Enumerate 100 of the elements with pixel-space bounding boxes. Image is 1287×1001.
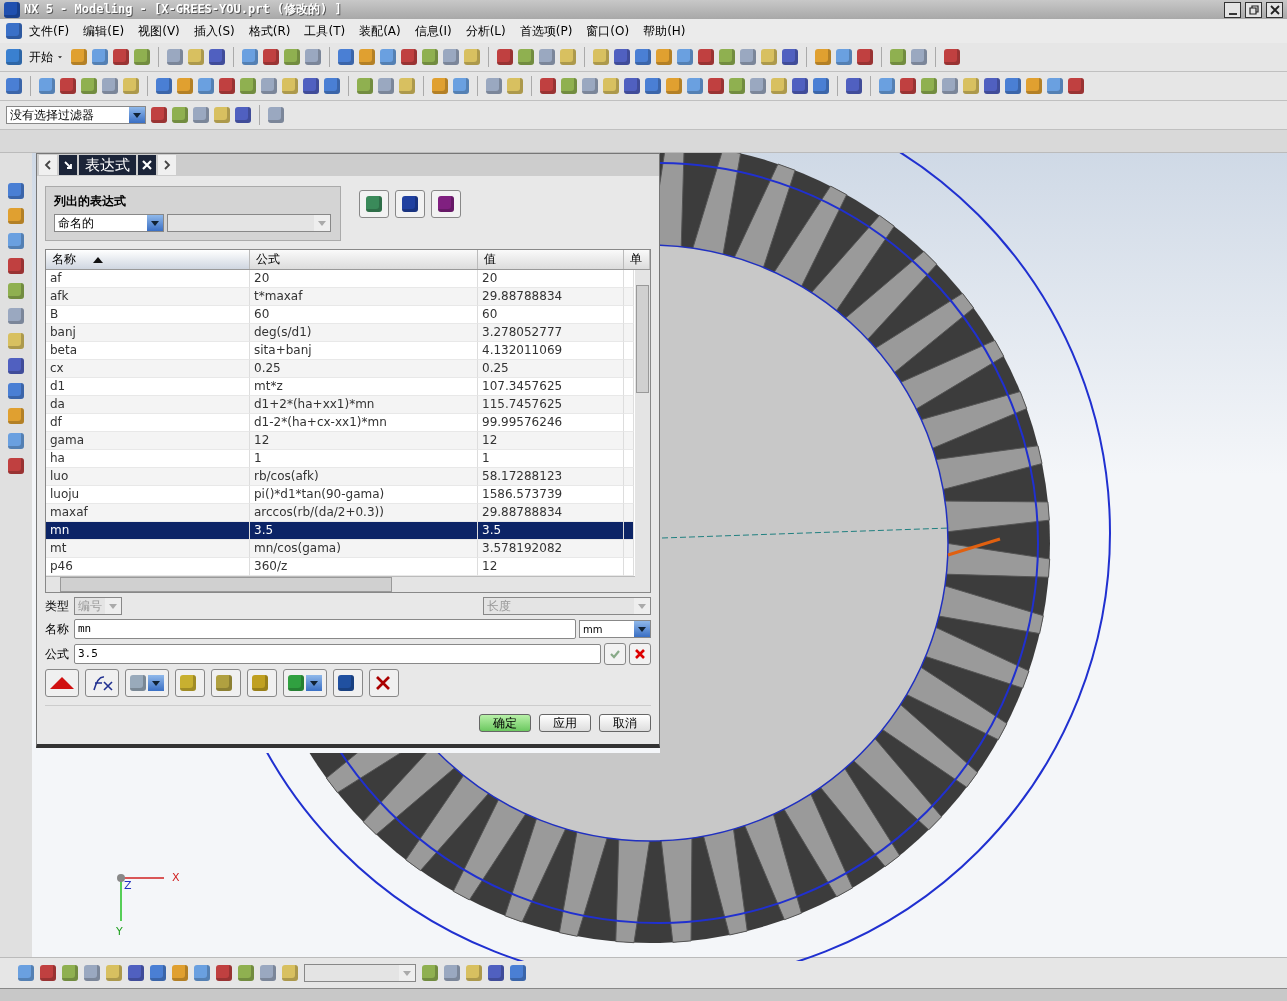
tool-icon[interactable] <box>911 49 927 65</box>
formula-field[interactable]: 3.5 <box>74 644 601 664</box>
tool-icon[interactable] <box>942 78 958 94</box>
tool-icon[interactable] <box>708 78 724 94</box>
tool-icon[interactable] <box>488 965 504 981</box>
pin-button[interactable] <box>59 155 77 175</box>
resource-bar-icon[interactable] <box>8 183 24 199</box>
tool-icon[interactable] <box>84 965 100 981</box>
tool-icon[interactable] <box>614 49 630 65</box>
tool-icon[interactable] <box>603 78 619 94</box>
spreadsheet-button[interactable] <box>359 190 389 218</box>
tool-icon[interactable] <box>666 78 682 94</box>
tool-icon[interactable] <box>401 49 417 65</box>
tool-icon[interactable] <box>740 49 756 65</box>
tool-icon[interactable] <box>40 965 56 981</box>
tool-icon[interactable] <box>261 78 277 94</box>
tool-icon[interactable] <box>1026 78 1042 94</box>
measure-button[interactable] <box>125 669 169 697</box>
tool-icon[interactable] <box>836 49 852 65</box>
column-header[interactable]: 单 <box>624 250 650 269</box>
tool-icon[interactable] <box>188 49 204 65</box>
tool-icon[interactable] <box>240 78 256 94</box>
column-header[interactable]: 值 <box>478 250 624 269</box>
dialog-button[interactable]: 取消 <box>599 714 651 732</box>
tool-icon[interactable] <box>677 49 693 65</box>
table-row[interactable]: d1 mt*z 107.3457625 <box>46 378 634 396</box>
resource-bar-icon[interactable] <box>8 233 24 249</box>
column-header[interactable]: 名称 <box>46 250 250 269</box>
table-row[interactable]: gama 12 12 <box>46 432 634 450</box>
tool-icon[interactable] <box>846 78 862 94</box>
tool-icon[interactable] <box>81 78 97 94</box>
tool-icon[interactable] <box>443 49 459 65</box>
table-row[interactable]: p46 360/z 12 <box>46 558 634 576</box>
tool-icon[interactable] <box>378 78 394 94</box>
tool-icon[interactable] <box>813 78 829 94</box>
tool-icon[interactable] <box>879 78 895 94</box>
tool-icon[interactable] <box>284 49 300 65</box>
tool-icon[interactable] <box>198 78 214 94</box>
tool-icon[interactable] <box>857 49 873 65</box>
tool-icon[interactable] <box>6 78 22 94</box>
selection-filter-dropdown[interactable]: 没有选择过滤器 <box>6 106 146 124</box>
tool-icon[interactable] <box>282 78 298 94</box>
tool-icon[interactable] <box>540 78 556 94</box>
tool-icon[interactable] <box>963 78 979 94</box>
list-filter-dropdown[interactable]: 命名的 <box>54 214 164 232</box>
table-row[interactable]: afk t*maxaf 29.88788834 <box>46 288 634 306</box>
table-row[interactable]: mt mn/cos(gama) 3.578192082 <box>46 540 634 558</box>
menu-item[interactable]: 信息(I) <box>407 22 459 40</box>
tool-icon[interactable] <box>359 49 375 65</box>
table-row[interactable]: B 60 60 <box>46 306 634 324</box>
tool-icon[interactable] <box>782 49 798 65</box>
menu-item[interactable]: 装配(A) <box>352 22 408 40</box>
tool-icon[interactable] <box>134 49 150 65</box>
tool-icon[interactable] <box>921 78 937 94</box>
tool-icon[interactable] <box>984 78 1000 94</box>
tool-icon[interactable] <box>324 78 340 94</box>
tool-icon[interactable] <box>123 78 139 94</box>
tool-icon[interactable] <box>106 965 122 981</box>
tool-icon[interactable] <box>268 107 284 123</box>
tool-icon[interactable] <box>497 49 513 65</box>
table-row[interactable]: cx 0.25 0.25 <box>46 360 634 378</box>
tool-icon[interactable] <box>194 965 210 981</box>
tool-icon[interactable] <box>792 78 808 94</box>
tool-icon[interactable] <box>263 49 279 65</box>
menu-item[interactable]: 分析(L) <box>458 22 513 40</box>
resource-bar-icon[interactable] <box>8 383 24 399</box>
tool-icon[interactable] <box>338 49 354 65</box>
refresh-button[interactable] <box>333 669 363 697</box>
tool-icon[interactable] <box>624 78 640 94</box>
tool-icon[interactable] <box>216 965 232 981</box>
horizontal-scrollbar[interactable] <box>46 576 650 592</box>
resource-bar-icon[interactable] <box>8 458 24 474</box>
reject-button[interactable] <box>629 643 651 665</box>
tool-icon[interactable] <box>167 49 183 65</box>
next-button[interactable] <box>158 155 176 175</box>
resource-bar-icon[interactable] <box>8 258 24 274</box>
tool-icon[interactable] <box>1068 78 1084 94</box>
apply-arrow-button[interactable] <box>283 669 327 697</box>
table-row[interactable]: luo rb/cos(afk) 58.17288123 <box>46 468 634 486</box>
open-folder-button[interactable] <box>247 669 277 697</box>
tool-icon[interactable] <box>698 49 714 65</box>
table-row[interactable]: luoju pi()*d1*tan(90-gama) 1586.573739 <box>46 486 634 504</box>
resource-bar-icon[interactable] <box>8 433 24 449</box>
column-header[interactable]: 公式 <box>250 250 478 269</box>
tool-icon[interactable] <box>518 49 534 65</box>
tool-icon[interactable] <box>687 78 703 94</box>
tool-icon[interactable] <box>645 78 661 94</box>
tool-icon[interactable] <box>1047 78 1063 94</box>
resource-bar-icon[interactable] <box>8 358 24 374</box>
tool-icon[interactable] <box>635 49 651 65</box>
resource-bar-icon[interactable] <box>8 333 24 349</box>
resource-bar-icon[interactable] <box>8 283 24 299</box>
table-row[interactable]: mn 3.5 3.5 <box>46 522 634 540</box>
tool-icon[interactable] <box>432 78 448 94</box>
tool-icon[interactable] <box>128 965 144 981</box>
tool-icon[interactable] <box>238 965 254 981</box>
tool-icon[interactable] <box>771 78 787 94</box>
tool-icon[interactable] <box>729 78 745 94</box>
tool-icon[interactable] <box>209 49 225 65</box>
bottom-dropdown[interactable] <box>304 964 416 982</box>
